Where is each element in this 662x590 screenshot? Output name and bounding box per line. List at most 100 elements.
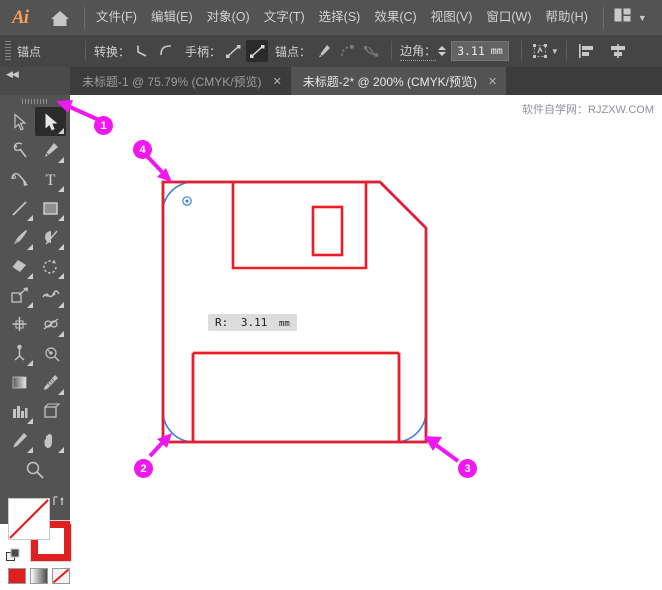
convert-to-smooth-icon[interactable]: [155, 40, 177, 62]
align-center-vertical-icon[interactable]: [607, 40, 629, 62]
panel-collapse-area[interactable]: ◀◀: [0, 67, 70, 95]
mesh-tool-icon[interactable]: [35, 339, 66, 368]
line-segment-tool-icon[interactable]: [4, 194, 35, 223]
color-mode-swatches: [8, 568, 70, 584]
workspace-switcher[interactable]: ▼: [614, 8, 647, 27]
menu-divider-2: [602, 6, 604, 29]
home-icon[interactable]: [40, 0, 80, 35]
cut-path-icon[interactable]: [336, 40, 358, 62]
callout-marker-2: 2: [134, 459, 153, 478]
shaper-tool-icon[interactable]: [35, 223, 66, 252]
panel-grip-icon[interactable]: [0, 95, 70, 107]
slice-tool-icon[interactable]: [4, 426, 35, 455]
menu-item-list: 文件(F) 编辑(E) 对象(O) 文字(T) 选择(S) 效果(C) 视图(V…: [89, 0, 595, 35]
direct-selection-tool-icon[interactable]: [35, 107, 66, 136]
menu-window[interactable]: 窗口(W): [479, 0, 538, 35]
tool-flyout-triangle: [58, 157, 64, 163]
selection-path-highlight: [161, 180, 428, 444]
menu-effect[interactable]: 效果(C): [367, 0, 423, 35]
chevron-down-icon[interactable]: ▼: [551, 47, 559, 56]
control-divider-2: [391, 41, 393, 61]
align-left-icon[interactable]: [576, 40, 598, 62]
handles-label: 手柄：: [185, 44, 222, 59]
gradient-tool-icon[interactable]: [4, 368, 35, 397]
rotate-tool-icon[interactable]: [35, 252, 66, 281]
floppy-shutter-outline: [231, 183, 368, 270]
none-swatch-icon[interactable]: [52, 568, 70, 584]
anchor-section-label: 锚点: [17, 44, 42, 59]
hide-handles-icon[interactable]: [246, 40, 269, 62]
floppy-disk-artwork[interactable]: [70, 95, 662, 524]
menu-divider: [84, 6, 85, 29]
spinner-up-down-icon[interactable]: [436, 41, 447, 61]
hand-tool-icon[interactable]: [35, 426, 66, 455]
control-bar-grip[interactable]: [5, 41, 11, 61]
tool-flyout-triangle: [58, 273, 64, 279]
menu-file[interactable]: 文件(F): [89, 0, 144, 35]
scissors-icon[interactable]: [360, 40, 382, 62]
free-transform-tool-icon[interactable]: [4, 310, 35, 339]
artboard-tool-icon[interactable]: [35, 397, 66, 426]
tool-flyout-triangle: [27, 360, 33, 366]
convert-to-corner-icon[interactable]: [131, 40, 153, 62]
default-fill-stroke-icon[interactable]: [6, 548, 21, 568]
tool-flyout-triangle: [58, 128, 64, 134]
control-divider-3: [520, 41, 522, 61]
doc-tab-1[interactable]: 未标题-1 @ 75.79% (CMYK/预览) ✕: [70, 67, 291, 95]
pen-tool-icon[interactable]: [35, 136, 66, 165]
tool-flyout-triangle: [27, 244, 33, 250]
menu-object[interactable]: 对象(O): [200, 0, 257, 35]
chevron-down-icon: ▼: [637, 12, 647, 23]
control-divider-1: [85, 41, 87, 61]
perspective-grid-tool-icon[interactable]: [4, 339, 35, 368]
zoom-tool-icon[interactable]: [4, 455, 66, 484]
width-tool-icon[interactable]: [35, 281, 66, 310]
tool-flyout-triangle: [58, 447, 64, 453]
menu-select[interactable]: 选择(S): [312, 0, 368, 35]
paintbrush-tool-icon[interactable]: [4, 223, 35, 252]
corner-radius-input[interactable]: 3.11 mm: [451, 41, 509, 61]
callout-marker-4: 4: [133, 140, 152, 159]
tool-flyout-triangle: [27, 447, 33, 453]
show-handles-icon[interactable]: [222, 40, 244, 62]
collapse-panel-arrows[interactable]: ◀◀: [6, 69, 19, 80]
svg-text:T: T: [46, 172, 56, 189]
fill-stroke-controls: [0, 490, 72, 590]
workspace-layout-icon: [614, 8, 631, 27]
pen-tool-icon[interactable]: [312, 40, 334, 62]
column-graph-tool-icon[interactable]: [4, 397, 35, 426]
curvature-tool-icon[interactable]: [4, 165, 35, 194]
menu-help[interactable]: 帮助(H): [539, 0, 595, 35]
shape-builder-tool-icon[interactable]: [35, 310, 66, 339]
doc-tab-2-label: 未标题-2* @ 200% (CMYK/预览): [302, 74, 477, 89]
selection-tool-icon[interactable]: [4, 107, 35, 136]
tools-panel: T: [0, 95, 72, 584]
document-canvas[interactable]: 软件自学网：RJZXW.COM R: 3.11 mm: [70, 95, 662, 524]
fill-swatch[interactable]: [8, 498, 50, 540]
tool-flyout-triangle: [58, 389, 64, 395]
eraser-tool-icon[interactable]: [4, 252, 35, 281]
doc-tab-2[interactable]: 未标题-2* @ 200% (CMYK/预览) ✕: [290, 67, 507, 95]
gradient-swatch-icon[interactable]: [30, 568, 48, 584]
color-swatch-solid[interactable]: [8, 568, 26, 584]
floppy-body-outline: [161, 180, 428, 444]
menu-edit[interactable]: 编辑(E): [144, 0, 200, 35]
tool-flyout-triangle: [27, 302, 33, 308]
callout-marker-1: 1: [94, 116, 113, 135]
swap-fill-stroke-icon[interactable]: [51, 494, 65, 513]
floppy-label-outline: [191, 351, 401, 443]
magic-wand-tool-icon[interactable]: [4, 136, 35, 165]
menu-view[interactable]: 视图(V): [424, 0, 480, 35]
close-icon[interactable]: ✕: [488, 75, 497, 88]
rectangle-tool-icon[interactable]: [35, 194, 66, 223]
close-icon[interactable]: ✕: [273, 75, 282, 88]
document-tab-bar: ◀◀ 未标题-1 @ 75.79% (CMYK/预览) ✕ 未标题-2* @ 2…: [0, 67, 662, 95]
app-logo: Ai: [12, 6, 29, 28]
eyedropper-measure-tool-icon[interactable]: [35, 368, 66, 397]
transform-panel-icon[interactable]: [531, 40, 553, 62]
floppy-write-hole: [311, 205, 344, 257]
menu-type[interactable]: 文字(T): [257, 0, 312, 35]
corner-radius-value: 3.11: [457, 44, 485, 58]
scale-tool-icon[interactable]: [4, 281, 35, 310]
type-tool-icon[interactable]: T: [35, 165, 66, 194]
